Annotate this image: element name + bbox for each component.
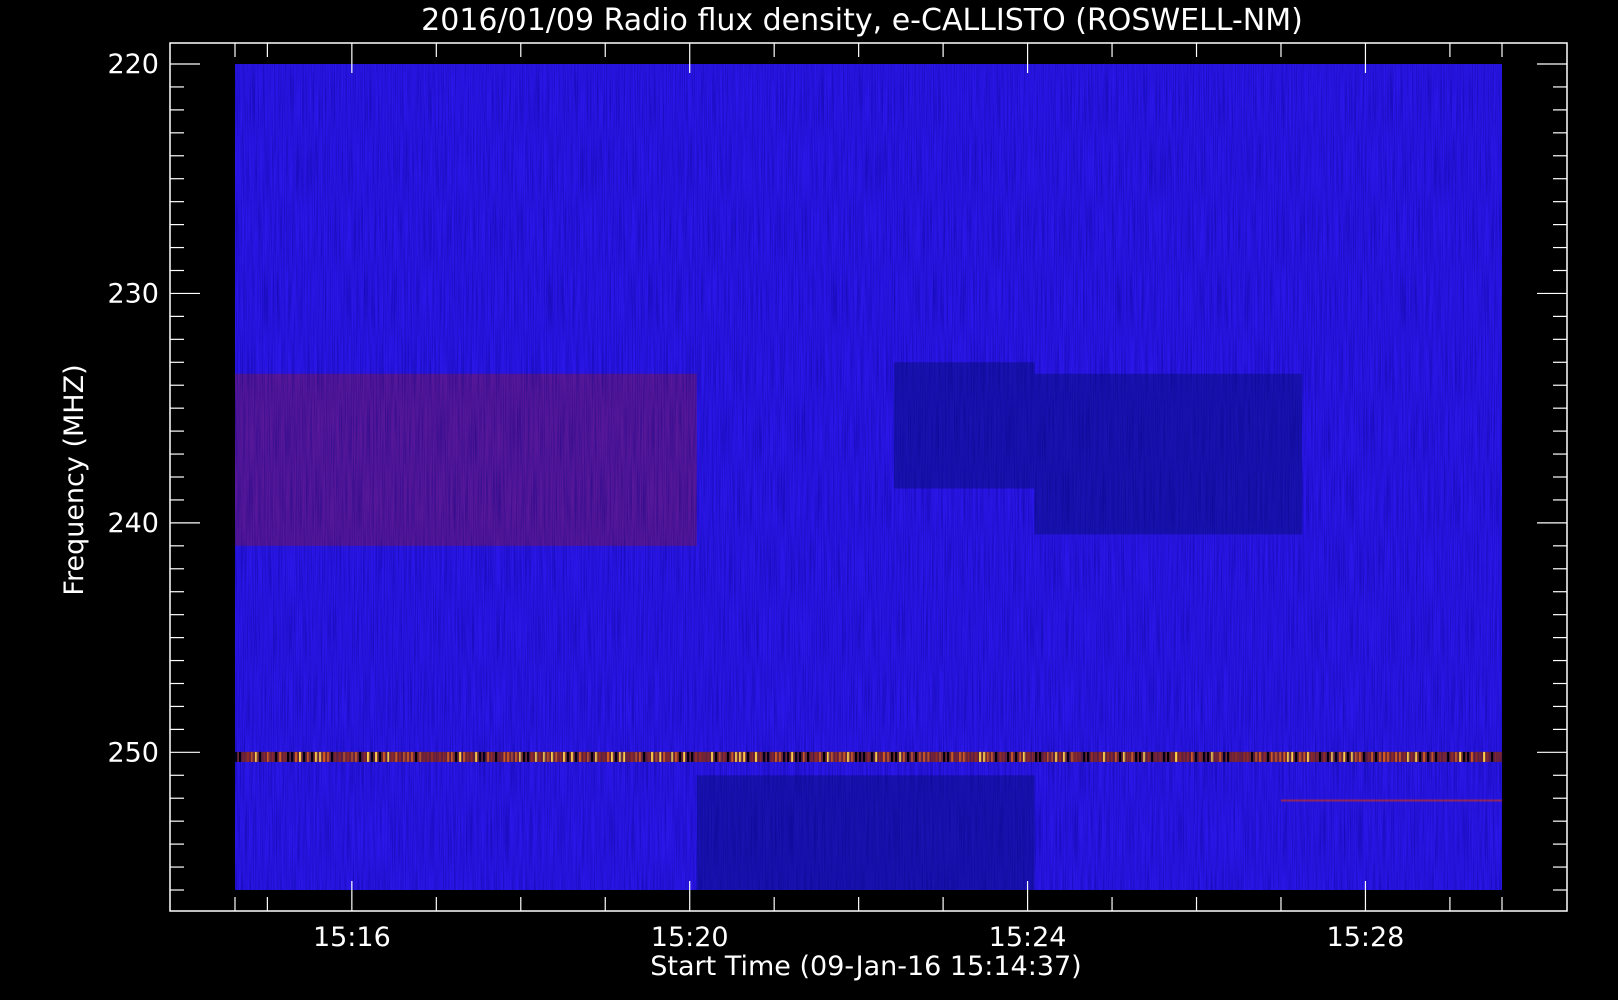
x-tick-label-1516: 15:16 [313, 922, 391, 953]
y-tick-label-220: 220 [107, 49, 159, 80]
y-tick-label-250: 250 [107, 737, 159, 768]
x-tick-label-1528: 15:28 [1327, 922, 1405, 953]
x-tick-label-1524: 15:24 [989, 922, 1067, 953]
chart-title: 2016/01/09 Radio flux density, e-CALLIST… [421, 3, 1303, 38]
x-axis-title: Start Time (09-Jan-16 15:14:37) [650, 951, 1081, 982]
y-axis-title: Frequency (MHZ) [59, 364, 90, 595]
y-tick-label-240: 240 [107, 508, 159, 539]
spectrogram-chart: 2016/01/09 Radio flux density, e-CALLIST… [59, 3, 1568, 982]
y-tick-label-230: 230 [107, 278, 159, 309]
spectrogram-area [235, 64, 1502, 890]
spectrogram-noise [235, 64, 1502, 890]
x-tick-label-1520: 15:20 [651, 922, 729, 953]
